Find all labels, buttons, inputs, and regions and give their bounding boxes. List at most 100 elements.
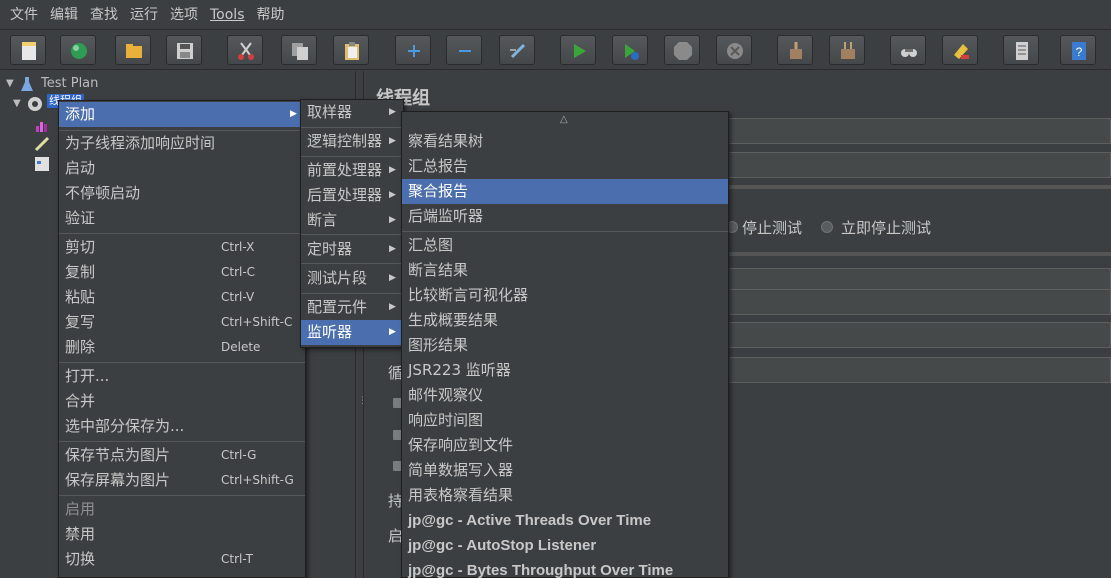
submenu-arrow-icon: ▶ xyxy=(389,327,396,337)
menu-item-test-fragment[interactable]: 测试片段 xyxy=(301,266,403,291)
reset-search-icon xyxy=(954,44,969,59)
tree-expand-arrow[interactable]: ▼ xyxy=(13,98,21,109)
clear-all-button[interactable] xyxy=(829,35,865,65)
separator xyxy=(301,156,403,157)
menu-run[interactable]: 运行 xyxy=(124,0,164,30)
menu-help[interactable]: 帮助 xyxy=(251,0,291,30)
menu-item-open[interactable]: 打开... xyxy=(59,364,305,389)
copy-button[interactable] xyxy=(281,35,317,65)
new-button[interactable] xyxy=(10,35,46,65)
menu-item-validate[interactable]: 验证 xyxy=(59,206,305,231)
templates-button[interactable] xyxy=(60,35,96,65)
menu-item-view-results-tree[interactable]: 察看结果树 xyxy=(402,129,728,154)
menu-item-summary-report[interactable]: 汇总报告 xyxy=(402,154,728,179)
menu-item-comparison-assertion-visualizer[interactable]: 比较断言可视化器 xyxy=(402,283,728,308)
loop-count-field[interactable] xyxy=(726,357,1111,383)
submenu-arrow-icon: ▶ xyxy=(389,302,396,312)
menu-item-start-no-pauses[interactable]: 不停顿启动 xyxy=(59,181,305,206)
save-button[interactable] xyxy=(166,35,202,65)
menu-item-timer[interactable]: 定时器 xyxy=(301,237,403,262)
function-helper-button[interactable] xyxy=(1003,35,1039,65)
menu-item-paste[interactable]: 粘贴 xyxy=(59,285,305,310)
menu-item-autostop-listener[interactable]: jp@gc - AutoStop Listener xyxy=(402,533,728,558)
menu-item-disable[interactable]: 禁用 xyxy=(59,522,305,547)
name-field[interactable] xyxy=(726,118,1111,144)
tree-expand-arrow[interactable]: ▼ xyxy=(6,78,14,89)
chart-icon xyxy=(36,122,47,132)
separator xyxy=(59,233,305,234)
menu-item-delete[interactable]: 删除 xyxy=(59,335,305,360)
menu-item-response-time-graph[interactable]: 响应时间图 xyxy=(402,408,728,433)
shortcut-label: Ctrl-T xyxy=(221,552,253,566)
menu-item-start[interactable]: 启动 xyxy=(59,156,305,181)
start-no-pauses-button[interactable] xyxy=(612,35,648,65)
menu-item-save-responses-to-file[interactable]: 保存响应到文件 xyxy=(402,433,728,458)
comments-field[interactable] xyxy=(726,152,1111,178)
menu-item-simple-data-writer[interactable]: 简单数据写入器 xyxy=(402,458,728,483)
tree-item-test-plan[interactable]: Test Plan xyxy=(41,74,98,94)
submenu-arrow-icon: ▶ xyxy=(389,190,396,200)
menu-search[interactable]: 查找 xyxy=(84,0,124,30)
menu-bar: 文件 编辑 查找 运行 选项 Tools 帮助 xyxy=(0,0,1111,30)
menu-item-save-node-image[interactable]: 保存节点为图片 xyxy=(59,443,305,468)
menu-item-graph-results[interactable]: 图形结果 xyxy=(402,333,728,358)
menu-item-active-threads-over-time[interactable]: jp@gc - Active Threads Over Time xyxy=(402,508,728,533)
submenu-arrow-icon: ▶ xyxy=(389,136,396,146)
reset-search-button[interactable] xyxy=(942,35,978,65)
submenu-arrow-icon: ▶ xyxy=(290,109,297,119)
paste-button[interactable] xyxy=(333,35,369,65)
menu-item-pre-processor[interactable]: 前置处理器 xyxy=(301,158,403,183)
menu-item-jsr223-listener[interactable]: JSR223 监听器 xyxy=(402,358,728,383)
menu-item-assertion-results[interactable]: 断言结果 xyxy=(402,258,728,283)
menu-item-add[interactable]: 添加 xyxy=(59,102,305,127)
menu-file[interactable]: 文件 xyxy=(4,0,44,30)
menu-item-mailer-visualizer[interactable]: 邮件观察仪 xyxy=(402,383,728,408)
menu-item-cut[interactable]: 剪切 xyxy=(59,235,305,260)
menu-edit[interactable]: 编辑 xyxy=(44,0,84,30)
menu-item-toggle[interactable]: 切换 xyxy=(59,547,305,572)
expand-all-button[interactable] xyxy=(395,35,431,65)
menu-item-aggregate-report[interactable]: 聚合报告 xyxy=(402,179,728,204)
menu-item-listener[interactable]: 监听器 xyxy=(301,320,403,345)
loop-field[interactable] xyxy=(726,322,1111,348)
toggle-button[interactable] xyxy=(499,35,535,65)
cut-icon xyxy=(238,42,254,60)
menu-item-aggregate-graph[interactable]: 汇总图 xyxy=(402,233,728,258)
stop-button[interactable] xyxy=(664,35,700,65)
search-button[interactable] xyxy=(890,35,926,65)
separator xyxy=(301,263,403,264)
shutdown-button[interactable] xyxy=(716,35,752,65)
radio-stop-test-now[interactable] xyxy=(821,221,833,233)
menu-item-backend-listener[interactable]: 后端监听器 xyxy=(402,204,728,229)
menu-item-copy[interactable]: 复制 xyxy=(59,260,305,285)
clear-icon xyxy=(790,42,802,59)
menu-item-merge[interactable]: 合并 xyxy=(59,389,305,414)
separator xyxy=(301,127,403,128)
start-button[interactable] xyxy=(560,35,596,65)
menu-options[interactable]: 选项 xyxy=(164,0,204,30)
menu-item-generate-summary-results[interactable]: 生成概要结果 xyxy=(402,308,728,333)
help-button[interactable]: ? xyxy=(1060,35,1096,65)
menu-item-enable[interactable]: 启用 xyxy=(59,497,305,522)
menu-item-logic-controller[interactable]: 逻辑控制器 xyxy=(301,129,403,154)
menu-item-config-element[interactable]: 配置元件 xyxy=(301,295,403,320)
context-menu: 添加 ▶ 为子线程添加响应时间 启动 不停顿启动 验证 剪切 Ctrl-X 复制… xyxy=(58,100,306,578)
cut-button[interactable] xyxy=(227,35,263,65)
menu-item-view-results-in-table[interactable]: 用表格察看结果 xyxy=(402,483,728,508)
submenu-arrow-icon: ▶ xyxy=(389,273,396,283)
separator xyxy=(59,495,305,496)
menu-item-bytes-throughput-over-time[interactable]: jp@gc - Bytes Throughput Over Time xyxy=(402,558,728,578)
svg-text:?: ? xyxy=(1076,45,1083,59)
menu-item-post-processor[interactable]: 后置处理器 xyxy=(301,183,403,208)
menu-tools[interactable]: Tools xyxy=(204,0,251,30)
clear-button[interactable] xyxy=(777,35,813,65)
rampup-field[interactable] xyxy=(726,289,1111,315)
menu-item-add-think-time[interactable]: 为子线程添加响应时间 xyxy=(59,131,305,156)
open-button[interactable] xyxy=(115,35,151,65)
shortcut-label: Ctrl-X xyxy=(221,240,255,254)
menu-item-save-selection-as[interactable]: 选中部分保存为... xyxy=(59,414,305,439)
scroll-up-icon[interactable]: △ xyxy=(560,112,568,128)
menu-item-assertion[interactable]: 断言 xyxy=(301,208,403,233)
menu-item-sampler[interactable]: 取样器 xyxy=(301,100,403,125)
collapse-all-button[interactable] xyxy=(446,35,482,65)
